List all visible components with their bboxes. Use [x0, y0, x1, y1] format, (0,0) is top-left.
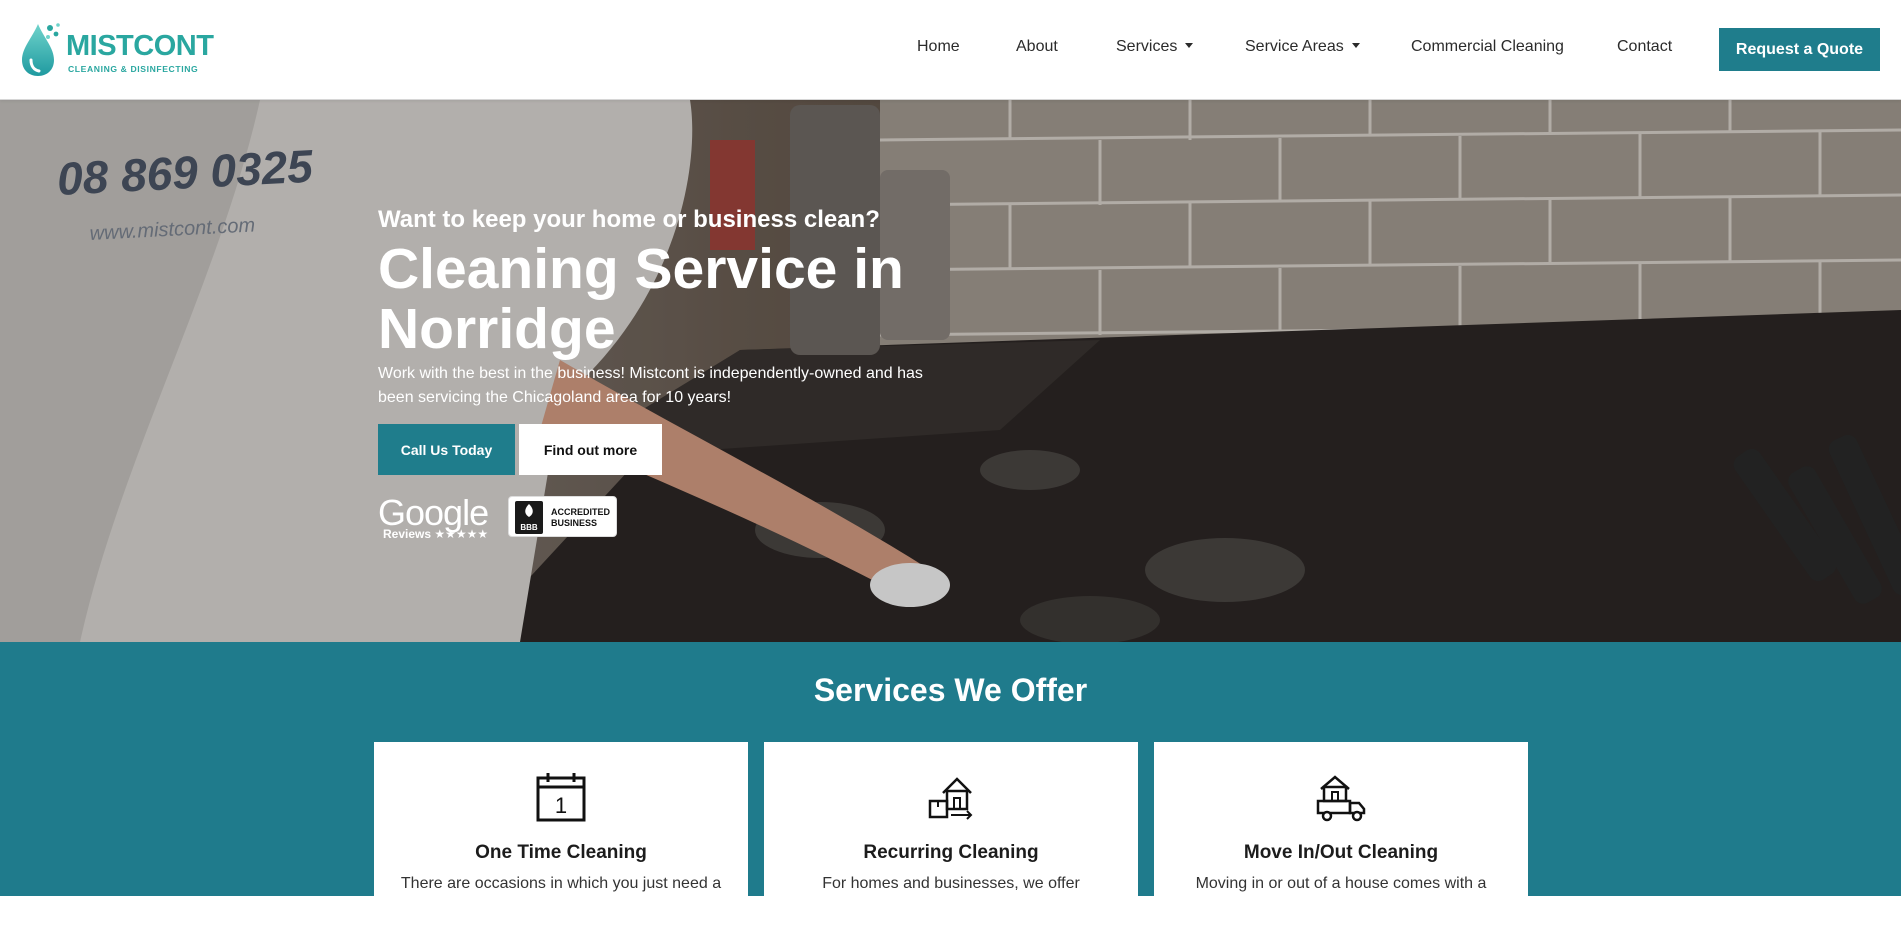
nav-services-label: Services [1116, 38, 1178, 55]
nav-commercial-cleaning[interactable]: Commercial Cleaning [1411, 38, 1564, 56]
brand-logo[interactable]: MISTCONT CLEANING & DISINFECTING [20, 20, 220, 78]
find-out-more-button[interactable]: Find out more [519, 424, 662, 475]
house-box-icon [928, 777, 973, 820]
bbb-accredited-badge[interactable]: BBB ACCREDITED BUSINESS [508, 496, 617, 537]
moving-truck-icon [1316, 775, 1366, 822]
nav-about[interactable]: About [1016, 38, 1058, 56]
water-drop-logo-icon [22, 23, 60, 76]
site-header: MISTCONT CLEANING & DISINFECTING Home Ab… [0, 0, 1901, 100]
hero-title: Cleaning Service in Norridge [378, 237, 904, 361]
service-card-text: For homes and businesses, we offer [822, 875, 1080, 892]
request-quote-button[interactable]: Request a Quote [1719, 28, 1880, 71]
google-reviews-badge[interactable]: Google Reviews ★★★★★ [378, 492, 489, 544]
service-card-one-time[interactable]: 1 One Time Cleaning There are occasions … [374, 742, 748, 942]
hero-description: Work with the best in the business! Mist… [378, 365, 923, 406]
hero-kicker: Want to keep your home or business clean… [378, 206, 880, 233]
bbb-torch-icon: BBB [515, 501, 543, 534]
calendar-icon: 1 [536, 773, 586, 822]
service-card-move-in-out[interactable]: Move In/Out Cleaning Moving in or out of… [1154, 742, 1528, 942]
brand-name: MISTCONT [66, 30, 214, 62]
nav-service-areas[interactable]: Service Areas [1245, 38, 1360, 56]
bbb-line-1: ACCREDITED [551, 507, 611, 517]
hero-section: 08 869 0325 www.mistcont.com Want to kee… [0, 100, 1901, 642]
nav-service-areas-label: Service Areas [1245, 38, 1344, 55]
nav-contact[interactable]: Contact [1617, 38, 1672, 56]
calendar-day-text: 1 [555, 793, 567, 818]
service-card-title: Move In/Out Cleaning [1243, 842, 1439, 863]
nav-services[interactable]: Services [1116, 38, 1194, 56]
trust-badges: Google Reviews ★★★★★ BBB ACCREDITED BUSI… [378, 492, 978, 544]
service-card-text: Moving in or out of a house comes with a [1195, 875, 1487, 892]
hero-content: Want to keep your home or business clean… [378, 205, 978, 544]
bbb-mark-text: BBB [520, 523, 538, 532]
chevron-down-icon [1185, 43, 1194, 48]
bbb-text: ACCREDITED BUSINESS [551, 507, 610, 529]
brand-tagline: CLEANING & DISINFECTING [68, 64, 199, 74]
bbb-line-2: BUSINESS [551, 518, 598, 528]
google-reviews-label: Reviews ★★★★★ [383, 527, 489, 541]
service-card-title: Recurring Cleaning [863, 842, 1039, 863]
service-card-recurring[interactable]: Recurring Cleaning For homes and busines… [764, 742, 1138, 942]
nav-home[interactable]: Home [917, 38, 960, 56]
service-card-text: There are occasions in which you just ne… [400, 875, 722, 892]
services-section: Services We Offer 1 One Time Cleaning Th… [0, 642, 1901, 942]
service-card-title: One Time Cleaning [475, 842, 647, 863]
chevron-down-icon [1351, 43, 1360, 48]
call-us-button[interactable]: Call Us Today [378, 424, 515, 475]
services-heading: Services We Offer [813, 672, 1088, 708]
hero-buttons: Call Us Today Find out more [378, 424, 978, 475]
